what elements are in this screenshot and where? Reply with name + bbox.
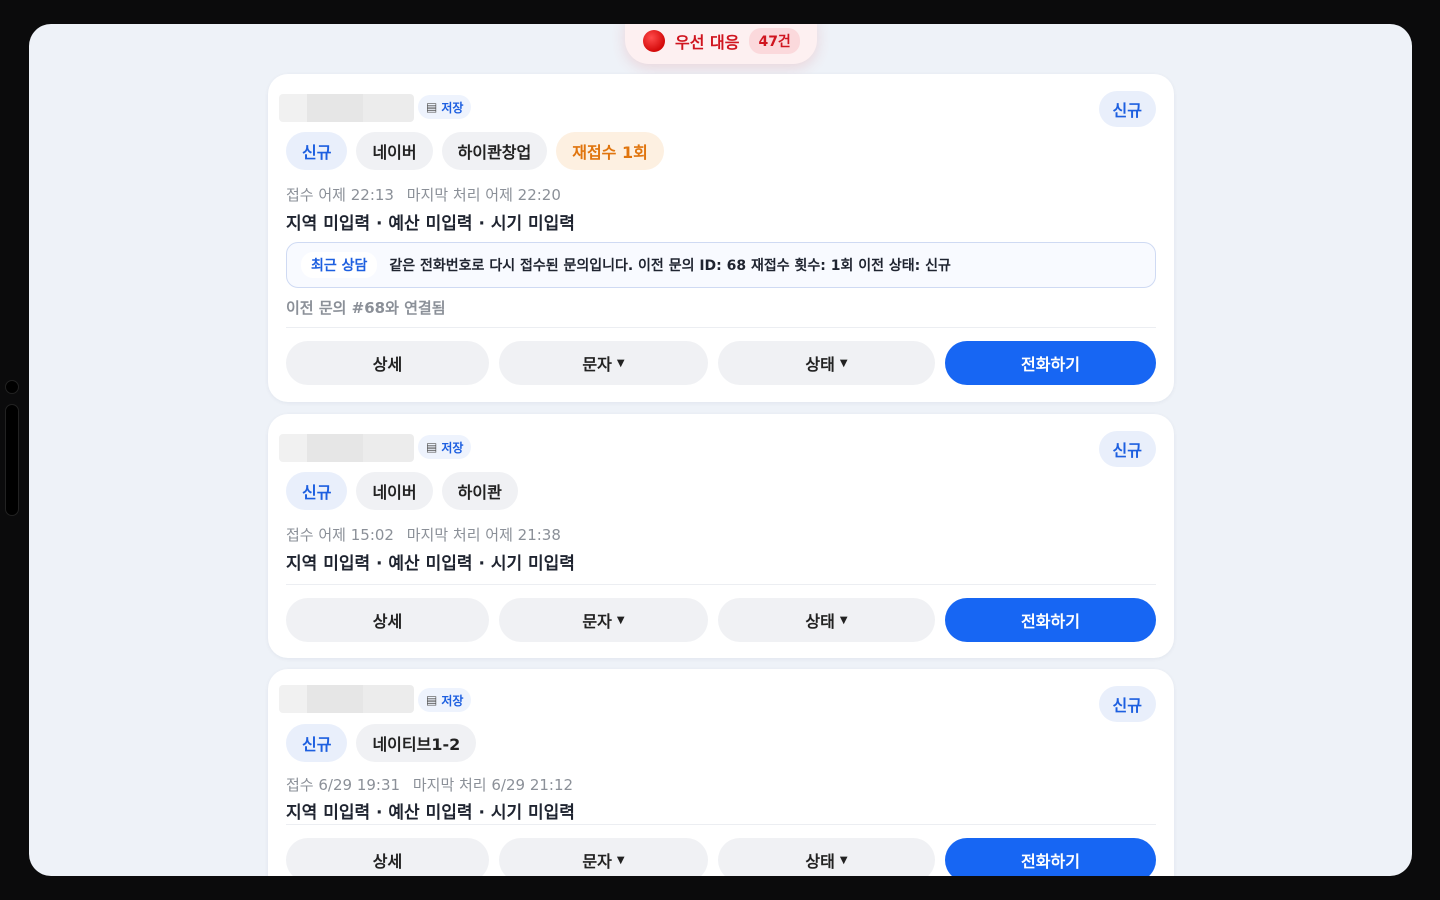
- inquiry-card: ▤ 저장 신규 신규 네이버 하이콴 접수 어제 15:02 마지막 처리 어제…: [268, 414, 1174, 658]
- tag-campaign: 하이콴창업: [441, 132, 548, 170]
- meta-line: 접수 어제 15:02 마지막 처리 어제 21:38: [286, 524, 561, 545]
- divider: [286, 824, 1156, 825]
- meta-last-processed: 마지막 처리 6/29 21:12: [412, 776, 574, 794]
- status-pill[interactable]: 신규: [1098, 686, 1156, 722]
- caret-down-icon: ▼: [839, 357, 848, 369]
- meta-line: 접수 6/29 19:31 마지막 처리 6/29 21:12: [286, 774, 573, 795]
- caret-down-icon: ▼: [616, 614, 625, 626]
- meta-last-processed: 마지막 처리 어제 22:20: [406, 186, 561, 204]
- meta-received: 접수 어제 22:13: [286, 186, 394, 204]
- state-button[interactable]: 상태 ▼: [718, 341, 935, 385]
- store-icon: ▤: [426, 100, 438, 114]
- priority-count: 47건: [749, 28, 800, 54]
- detail-button-label: 상세: [372, 355, 403, 374]
- tag-status: 신규: [286, 132, 348, 170]
- priority-badge[interactable]: 우선 대응 47건: [625, 24, 817, 64]
- store-chip[interactable]: ▤ 저장: [418, 95, 472, 119]
- sms-button[interactable]: 문자 ▼: [499, 341, 708, 385]
- state-button[interactable]: 상태 ▼: [718, 598, 935, 642]
- customer-name-redacted: [279, 685, 414, 713]
- sms-button[interactable]: 문자 ▼: [499, 598, 708, 642]
- state-button-label: 상태: [805, 852, 835, 871]
- detail-button-label: 상세: [372, 852, 403, 871]
- status-pill[interactable]: 신규: [1098, 431, 1156, 467]
- store-label: 저장: [441, 100, 464, 115]
- call-button-label: 전화하기: [1021, 612, 1080, 631]
- detail-button-label: 상세: [372, 612, 403, 631]
- detail-button[interactable]: 상세: [286, 341, 489, 385]
- store-label: 저장: [441, 693, 464, 708]
- tag-list: 신규 네이버 하이콴: [286, 472, 518, 510]
- priority-label: 우선 대응: [675, 33, 740, 52]
- caret-down-icon: ▼: [616, 357, 625, 369]
- store-chip[interactable]: ▤ 저장: [418, 688, 472, 712]
- tag-status: 신규: [286, 724, 348, 762]
- inquiry-summary: 지역 미입력 · 예산 미입력 · 시기 미입력: [286, 554, 575, 574]
- call-button[interactable]: 전화하기: [945, 341, 1156, 385]
- sms-button-label: 문자: [582, 355, 612, 374]
- caret-down-icon: ▼: [616, 854, 625, 866]
- recent-consult-box: 최근 상담 같은 전화번호로 다시 접수된 문의입니다. 이전 문의 ID: 6…: [286, 242, 1156, 288]
- detail-button[interactable]: 상세: [286, 598, 489, 642]
- sms-button-label: 문자: [582, 852, 612, 871]
- meta-received: 접수 어제 15:02: [286, 526, 394, 544]
- call-button[interactable]: 전화하기: [945, 838, 1156, 876]
- divider: [286, 327, 1156, 328]
- device-side-bar: [5, 404, 19, 516]
- inquiry-card: ▤ 저장 신규 신규 네이버 하이콴창업 재접수 1회 접수 어제 22:13 …: [268, 74, 1174, 402]
- sms-button-label: 문자: [582, 612, 612, 631]
- call-button-label: 전화하기: [1021, 355, 1080, 374]
- tag-resubmission: 재접수 1회: [556, 132, 664, 170]
- recent-consult-tag: 최근 상담: [301, 252, 378, 278]
- recent-consult-text: 같은 전화번호로 다시 접수된 문의입니다. 이전 문의 ID: 68 재접수 …: [389, 258, 951, 274]
- app-screen: 우선 대응 47건 ▤ 저장 신규 신규 네이버 하이콴창업 재접수 1회 접수…: [29, 24, 1412, 876]
- customer-name-redacted: [279, 94, 414, 122]
- tag-campaign: 네이티브1-2: [356, 724, 477, 762]
- detail-button[interactable]: 상세: [286, 838, 489, 876]
- divider: [286, 584, 1156, 585]
- tag-campaign: 하이콴: [441, 472, 518, 510]
- call-button-label: 전화하기: [1021, 852, 1080, 871]
- caret-down-icon: ▼: [839, 614, 848, 626]
- store-label: 저장: [441, 440, 464, 455]
- tag-list: 신규 네이티브1-2: [286, 724, 477, 762]
- tag-channel: 네이버: [356, 472, 433, 510]
- red-dot-icon: [643, 30, 665, 52]
- device-camera: [5, 380, 19, 394]
- store-icon: ▤: [426, 693, 438, 707]
- status-pill[interactable]: 신규: [1098, 91, 1156, 127]
- meta-last-processed: 마지막 처리 어제 21:38: [406, 526, 561, 544]
- inquiry-summary: 지역 미입력 · 예산 미입력 · 시기 미입력: [286, 214, 575, 234]
- store-icon: ▤: [426, 440, 438, 454]
- store-chip[interactable]: ▤ 저장: [418, 435, 472, 459]
- meta-received: 접수 6/29 19:31: [286, 776, 401, 794]
- tag-list: 신규 네이버 하이콴창업 재접수 1회: [286, 132, 664, 170]
- sms-button[interactable]: 문자 ▼: [499, 838, 708, 876]
- linked-inquiry-note: 이전 문의 #68와 연결됨: [286, 299, 446, 317]
- inquiry-card: ▤ 저장 신규 신규 네이티브1-2 접수 6/29 19:31 마지막 처리 …: [268, 669, 1174, 876]
- tag-status: 신규: [286, 472, 348, 510]
- meta-line: 접수 어제 22:13 마지막 처리 어제 22:20: [286, 184, 561, 205]
- state-button[interactable]: 상태 ▼: [718, 838, 935, 876]
- state-button-label: 상태: [805, 612, 835, 631]
- call-button[interactable]: 전화하기: [945, 598, 1156, 642]
- caret-down-icon: ▼: [839, 854, 848, 866]
- inquiry-summary: 지역 미입력 · 예산 미입력 · 시기 미입력: [286, 803, 575, 823]
- customer-name-redacted: [279, 434, 414, 462]
- state-button-label: 상태: [805, 355, 835, 374]
- tag-channel: 네이버: [356, 132, 433, 170]
